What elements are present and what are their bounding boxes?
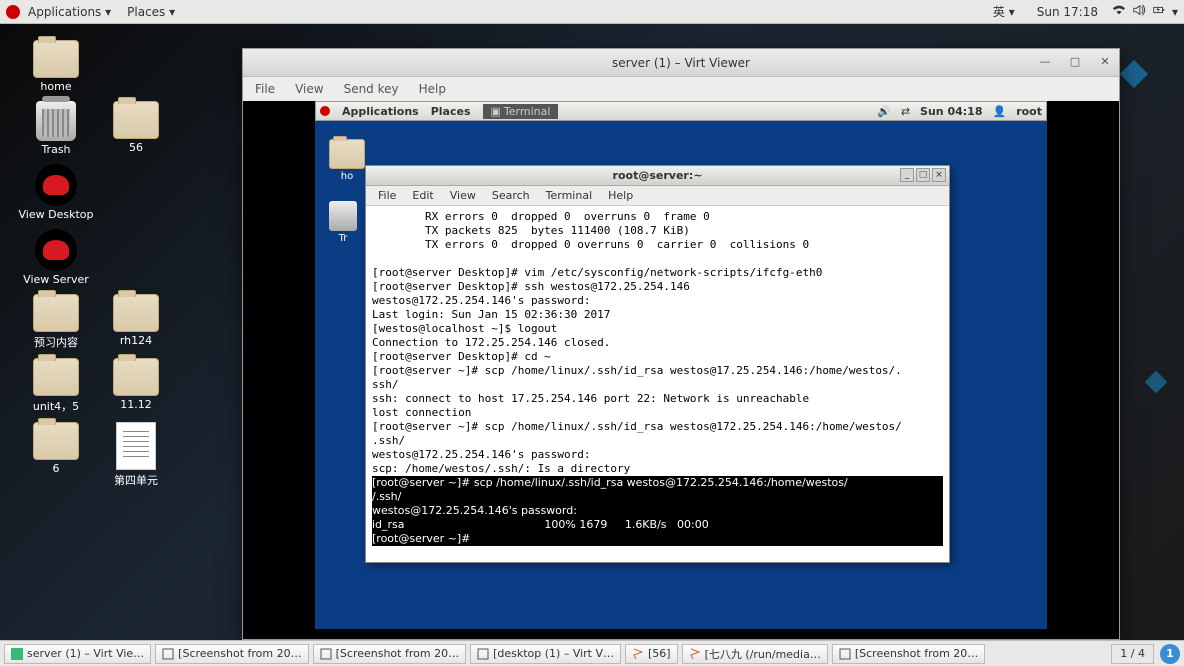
desktop-icon[interactable]: View Server xyxy=(16,229,96,286)
desktop-icon[interactable]: unit4，5 xyxy=(16,358,96,414)
terminal-titlebar[interactable]: root@server:~ _ □ × xyxy=(366,166,949,186)
menu-item[interactable]: Terminal xyxy=(538,189,601,202)
menu-item[interactable]: View xyxy=(285,82,333,96)
desktop-icon[interactable]: rh124 xyxy=(96,294,176,350)
icon-label: 11.12 xyxy=(120,398,152,411)
guest-desktop-icon[interactable]: ho xyxy=(329,139,365,182)
terminal-title: root@server:~ xyxy=(613,169,703,182)
redhat-launcher-icon xyxy=(35,164,77,206)
bottom-panel: server (1) – Virt Vie…[Screenshot from 2… xyxy=(0,640,1184,666)
icon-label: View Desktop xyxy=(19,208,94,221)
desktop-icon[interactable]: 6 xyxy=(16,422,96,488)
taskbar-item[interactable]: [七八九 (/run/media… xyxy=(682,644,828,664)
trash-icon xyxy=(36,101,76,141)
virt-viewer-menubar: FileViewSend keyHelp xyxy=(243,77,1119,101)
taskbar-terminal-item[interactable]: ▣Terminal xyxy=(483,104,559,119)
network-icon[interactable]: ⇄ xyxy=(901,105,910,118)
redhat-launcher-icon xyxy=(35,229,77,271)
menu-item[interactable]: Help xyxy=(600,189,641,202)
volume-icon[interactable] xyxy=(1132,3,1146,20)
guest-applications-menu[interactable]: Applications xyxy=(342,105,419,118)
icon-label: rh124 xyxy=(120,334,152,347)
applications-menu[interactable]: Applications ▾ xyxy=(20,5,119,19)
taskbar-item[interactable]: [Screenshot from 20… xyxy=(313,644,466,664)
guest-places-menu[interactable]: Places xyxy=(431,105,471,118)
terminal-menubar: FileEditViewSearchTerminalHelp xyxy=(366,186,949,206)
icon-label: home xyxy=(40,80,71,93)
virt-viewer-window: server (1) – Virt Viewer — □ ✕ FileViewS… xyxy=(242,48,1120,640)
minimize-button[interactable]: _ xyxy=(900,168,914,182)
desktop-icon[interactable]: 56 xyxy=(96,101,176,156)
icon-label: 预习内容 xyxy=(34,334,78,350)
guest-user[interactable]: root xyxy=(1016,105,1042,118)
taskbar-item[interactable]: server (1) – Virt Vie… xyxy=(4,644,151,664)
taskbar-item[interactable]: [56] xyxy=(625,644,678,664)
redhat-logo-icon xyxy=(320,106,330,116)
terminal-window: root@server:~ _ □ × FileEditViewSearchTe… xyxy=(365,165,950,563)
window-title: server (1) – Virt Viewer xyxy=(612,56,750,70)
guest-desktop[interactable]: ho Tr root@server:~ _ □ × FileEditViewSe… xyxy=(315,121,1047,629)
ime-indicator[interactable]: 英 ▾ xyxy=(985,3,1023,20)
trash-icon xyxy=(329,201,357,231)
guest-desktop-icon[interactable]: Tr xyxy=(329,201,357,244)
folder-icon xyxy=(113,294,159,332)
menu-item[interactable]: View xyxy=(442,189,484,202)
clock[interactable]: Sun 17:18 xyxy=(1029,5,1106,19)
folder-icon xyxy=(113,358,159,396)
close-button[interactable]: × xyxy=(932,168,946,182)
folder-icon xyxy=(33,422,79,460)
places-menu[interactable]: Places ▾ xyxy=(119,5,183,19)
folder-icon xyxy=(33,40,79,78)
icon-label: 6 xyxy=(53,462,60,475)
desktop-icon[interactable]: 预习内容 xyxy=(16,294,96,350)
desktop-icon[interactable]: 第四单元 xyxy=(96,422,176,488)
icon-label: View Server xyxy=(23,273,89,286)
desktop-icon[interactable]: 11.12 xyxy=(96,358,176,414)
maximize-button[interactable]: □ xyxy=(1067,53,1083,69)
user-icon: 👤 xyxy=(992,105,1006,118)
minimize-button[interactable]: — xyxy=(1037,53,1053,69)
icon-label: 56 xyxy=(129,141,143,154)
maximize-button[interactable]: □ xyxy=(916,168,930,182)
folder-icon xyxy=(113,101,159,139)
desktop-icon[interactable]: View Desktop xyxy=(16,164,96,221)
notification-badge[interactable]: 1 xyxy=(1160,644,1180,664)
menu-item[interactable]: File xyxy=(245,82,285,96)
desktop[interactable]: home Trash 56 View Desktop View Server 预习内容 rh… xyxy=(0,24,1184,640)
menu-item[interactable]: Edit xyxy=(404,189,441,202)
redhat-logo-icon xyxy=(6,5,20,19)
guest-top-panel: Applications Places ▣Terminal 🔊 ⇄ Sun 04… xyxy=(315,101,1047,121)
close-button[interactable]: ✕ xyxy=(1097,53,1113,69)
taskbar-item[interactable]: [Screenshot from 20… xyxy=(832,644,985,664)
desktop-icon[interactable]: Trash xyxy=(16,101,96,156)
guest-display: Applications Places ▣Terminal 🔊 ⇄ Sun 04… xyxy=(243,101,1119,639)
volume-icon[interactable]: 🔊 xyxy=(877,105,891,118)
taskbar-item[interactable]: [desktop (1) – Virt V… xyxy=(470,644,621,664)
menu-item[interactable]: Help xyxy=(409,82,456,96)
folder-icon xyxy=(33,358,79,396)
icon-label: 第四单元 xyxy=(114,472,158,488)
terminal-icon: ▣ xyxy=(491,105,501,118)
battery-icon[interactable] xyxy=(1152,3,1166,20)
taskbar-item[interactable]: [Screenshot from 20… xyxy=(155,644,308,664)
folder-icon xyxy=(33,294,79,332)
menu-item[interactable]: File xyxy=(370,189,404,202)
wifi-icon[interactable] xyxy=(1112,3,1126,20)
terminal-content[interactable]: RX errors 0 dropped 0 overruns 0 frame 0… xyxy=(366,206,949,562)
icon-label: Trash xyxy=(41,143,70,156)
icon-label: unit4，5 xyxy=(33,398,79,414)
workspace-switcher[interactable]: 1 / 4 xyxy=(1111,644,1154,664)
window-titlebar[interactable]: server (1) – Virt Viewer — □ ✕ xyxy=(243,49,1119,77)
document-icon xyxy=(116,422,156,470)
folder-icon xyxy=(329,139,365,169)
top-panel: Applications ▾ Places ▾ 英 ▾ Sun 17:18 ▾ xyxy=(0,0,1184,24)
guest-clock[interactable]: Sun 04:18 xyxy=(920,105,982,118)
menu-item[interactable]: Send key xyxy=(334,82,409,96)
menu-item[interactable]: Search xyxy=(484,189,538,202)
power-menu[interactable]: ▾ xyxy=(1172,5,1178,19)
desktop-icon[interactable]: home xyxy=(16,40,96,93)
